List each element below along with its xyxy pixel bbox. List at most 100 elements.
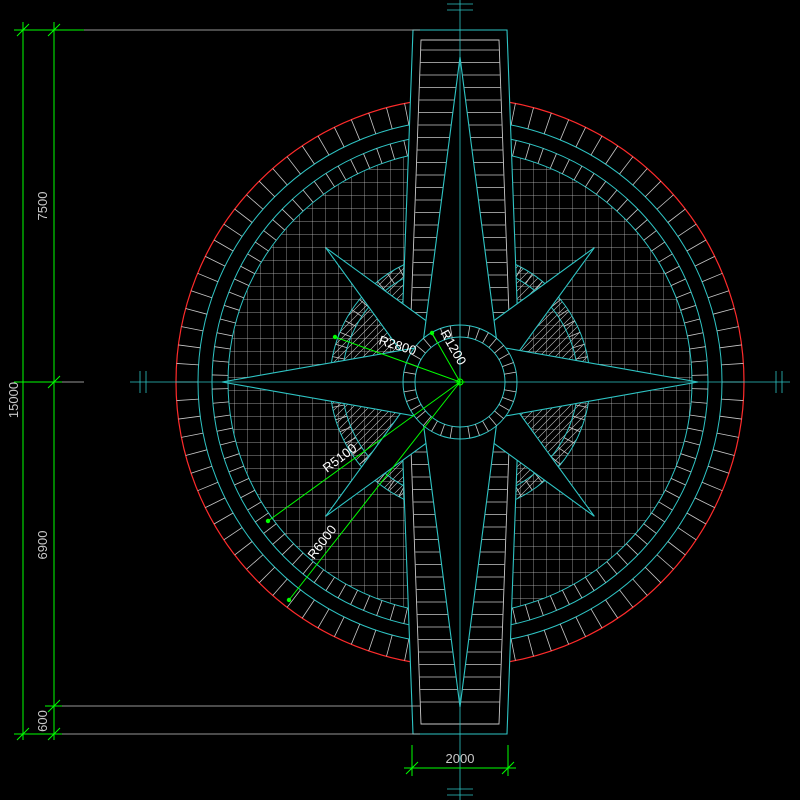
radius-leader-arrow xyxy=(429,330,435,336)
paver-joint xyxy=(585,576,595,591)
vertical-dimension-chain xyxy=(14,22,84,741)
paver-joint xyxy=(707,465,730,474)
paver-joint xyxy=(212,401,229,404)
paver-joint xyxy=(404,103,410,126)
paver-joint xyxy=(537,600,544,616)
paver-joint xyxy=(272,578,288,596)
paver-joint xyxy=(404,638,410,661)
paver-joint xyxy=(334,616,345,637)
paver-joint xyxy=(701,272,723,283)
paver-joint xyxy=(512,140,517,157)
paver-joint xyxy=(213,512,234,525)
paver-joint xyxy=(510,103,516,126)
paver-joint xyxy=(213,239,234,252)
paver-joint xyxy=(575,616,586,637)
paver-joint xyxy=(224,453,240,460)
paver-joint xyxy=(651,241,665,252)
paver-joint xyxy=(694,256,715,267)
paver-joint xyxy=(234,541,253,556)
paver-joint xyxy=(716,326,739,332)
paver-joint xyxy=(301,599,315,619)
paver-joint xyxy=(644,180,662,198)
paver-joint xyxy=(368,629,377,652)
paver-joint xyxy=(632,578,648,596)
paver-joint xyxy=(223,223,243,237)
paver-joint xyxy=(272,219,285,231)
paver-joint xyxy=(606,561,618,575)
paver-joint xyxy=(272,533,285,545)
paver-joint xyxy=(644,566,662,584)
paver-joint xyxy=(701,481,723,492)
paver-joint xyxy=(606,189,618,203)
paver-joint xyxy=(656,554,674,570)
paver-joint xyxy=(626,208,639,221)
paver-joint xyxy=(247,501,262,511)
paver-joint xyxy=(616,552,628,565)
paver-joint xyxy=(686,512,707,525)
paver-joint xyxy=(337,165,347,181)
paver-joint xyxy=(301,145,315,165)
paver-joint xyxy=(590,135,603,156)
cad-drawing-canvas: 15000 7500 6900 600 2000 R1200 R2800 R51… xyxy=(6,0,790,800)
paver-joint xyxy=(632,168,648,186)
paver-joint xyxy=(707,290,730,299)
paver-joint xyxy=(272,168,288,186)
paver-joint xyxy=(403,140,408,157)
paver-joint xyxy=(350,119,361,141)
paver-joint xyxy=(635,219,648,231)
paver-joint xyxy=(543,629,552,652)
paver-joint xyxy=(389,143,396,160)
paver-joint xyxy=(281,208,294,221)
paver-joint xyxy=(228,465,244,473)
paver-joint xyxy=(510,638,516,661)
paver-joint xyxy=(524,143,531,160)
paver-joint xyxy=(687,427,704,432)
paver-joint xyxy=(616,199,628,212)
paver-joint xyxy=(386,107,393,130)
total-height-label: 15000 xyxy=(6,382,21,418)
paver-joint xyxy=(223,527,243,541)
radius-leader-arrow xyxy=(286,597,292,603)
paver-joint xyxy=(643,523,657,534)
paver-joint xyxy=(205,497,226,508)
paver-joint xyxy=(255,241,269,252)
paver-joint xyxy=(635,533,648,545)
paver-joint xyxy=(575,127,586,148)
paver-joint xyxy=(220,318,236,324)
paver-joint xyxy=(677,223,697,237)
paver-joint xyxy=(712,308,735,315)
paver-joint xyxy=(719,344,742,349)
paver-joint xyxy=(562,590,570,605)
paver-joint xyxy=(676,465,692,473)
paver-joint xyxy=(689,346,706,350)
paver-joint xyxy=(214,414,231,418)
paver-joint xyxy=(665,265,680,275)
paver-joint xyxy=(619,156,634,175)
paver-joint xyxy=(313,181,324,195)
paver-joint xyxy=(712,449,735,456)
paver-joint xyxy=(721,398,744,401)
paver-joint xyxy=(524,604,531,621)
paver-joint xyxy=(216,427,233,432)
paver-joint xyxy=(667,208,686,223)
paver-joint xyxy=(386,634,393,657)
paver-joint xyxy=(263,230,277,241)
radius-leader-arrow xyxy=(265,518,271,524)
paver-joint xyxy=(317,135,330,156)
paver-joint xyxy=(176,398,199,401)
radius-leader-arrow xyxy=(332,334,338,340)
paver-joint xyxy=(643,230,657,241)
lower-segment-label: 6900 xyxy=(35,531,50,560)
paver-joint xyxy=(216,332,233,337)
paver-joint xyxy=(292,199,304,212)
paver-joint xyxy=(389,604,396,621)
paver-joint xyxy=(527,107,534,130)
paver-joint xyxy=(573,583,583,599)
paver-joint xyxy=(719,415,742,420)
paver-joint xyxy=(527,634,534,657)
paver-joint xyxy=(559,119,570,141)
paver-joint xyxy=(246,554,264,570)
paver-joint xyxy=(721,363,744,366)
paver-joint xyxy=(334,127,345,148)
paver-joint xyxy=(716,432,739,438)
